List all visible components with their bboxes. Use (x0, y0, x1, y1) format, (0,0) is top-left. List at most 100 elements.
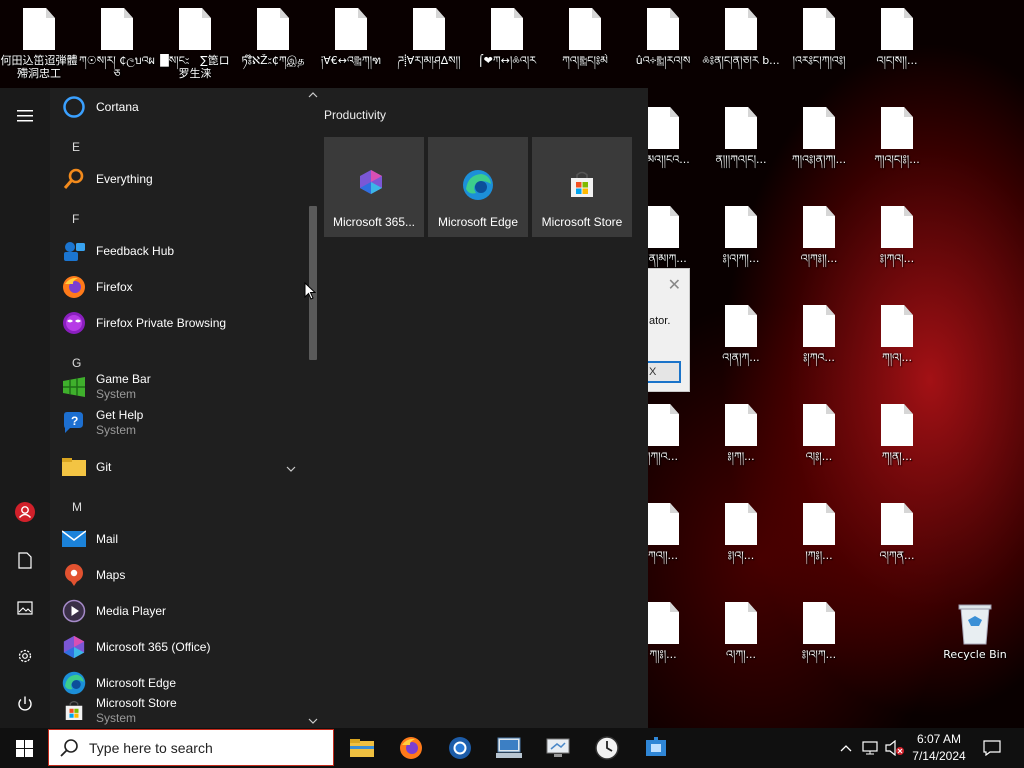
desktop-file-icon[interactable]: ཀ།འ༔།ན།ཀ།... (780, 107, 858, 197)
app-list-item-microsoft-store[interactable]: Microsoft Store System (62, 694, 302, 728)
start-button[interactable] (0, 728, 48, 768)
taskbar-app-5[interactable] (534, 728, 582, 768)
desktop-file-icon[interactable]: འ།ན།ཀ... (702, 305, 780, 395)
tile-edge[interactable]: Microsoft Edge (428, 137, 528, 237)
app-list-item-media-player[interactable]: Media Player (62, 594, 302, 628)
app-name: Maps (96, 567, 126, 582)
desktop-file-icon[interactable]: ༜༔ན།ང།ན།ཅ།ར b... (702, 8, 780, 98)
tray-volume[interactable] (884, 728, 906, 768)
settings-button[interactable] (0, 636, 50, 676)
desktop-file-icon[interactable]: ûའ༓༖།རའ།ས (624, 8, 702, 98)
computer-app-icon (496, 737, 522, 758)
pictures-button[interactable] (0, 588, 50, 628)
chevron-down-icon[interactable] (286, 460, 296, 478)
app-name: Microsoft Edge (96, 675, 177, 690)
desktop-file-icon[interactable]: ན།།།ཀའ།ང།... (702, 107, 780, 197)
app-list-item-game-bar[interactable]: Game Bar System (62, 370, 302, 404)
tile-store[interactable]: Microsoft Store (532, 137, 632, 237)
action-center-button[interactable] (976, 728, 1008, 768)
desktop-file-icon[interactable]: ༔།འ།... (702, 503, 780, 593)
clock-date: 7/14/2024 (912, 749, 966, 763)
taskbar-clock-app[interactable] (583, 728, 631, 768)
app-list: Cortana E Everything F Feedback Hub Firefox Fi… (50, 88, 306, 728)
app-list-item-microsoft-365-office[interactable]: Microsoft 365 (Office) (62, 630, 302, 664)
app-list-item-cortana[interactable]: Cortana (62, 90, 302, 124)
desktop-file-icon[interactable]: ཀ།འ།... (858, 305, 936, 395)
desktop-file-icon[interactable]: ཏ༔໊ℵŽ⹆₵ཀஇத (234, 8, 312, 98)
dialog-close-icon[interactable]: ✕ (668, 275, 681, 295)
taskbar-app-4[interactable] (485, 728, 533, 768)
notification-icon (983, 740, 1001, 756)
documents-button[interactable] (0, 540, 50, 580)
scroll-up-icon[interactable] (308, 90, 318, 100)
recycle-bin[interactable]: Recycle Bin (936, 602, 1014, 692)
document-file-icon (725, 404, 757, 446)
desktop-file-icon[interactable]: ༔།ཀའ... (780, 305, 858, 395)
app-list-item-maps[interactable]: Maps (62, 558, 302, 592)
desktop-file-label: འ།ན།ཀ... (722, 351, 760, 364)
app-name: Feedback Hub (96, 243, 175, 258)
desktop-file-icon[interactable]: འ།ཀ༔།།... (780, 206, 858, 296)
desktop-file-icon[interactable]: འ།ཀ།... (702, 602, 780, 692)
app-list-item-firefox-private-browsing[interactable]: Firefox Private Browsing (62, 306, 302, 340)
desktop-file-icon[interactable]: འ།༔།... (780, 404, 858, 494)
app-list-letter-m[interactable]: M (72, 500, 82, 514)
desktop-file-icon[interactable]: 何田込笜迢弾體殢洞忠工 (0, 8, 78, 98)
desktop-file-icon[interactable]: །འར༔ང།ཀ།འ༔། (780, 8, 858, 98)
network-app-icon (646, 737, 666, 756)
desktop-file-icon[interactable]: ཀའ།༖ང།༔མེ (546, 8, 624, 98)
app-list-item-mail[interactable]: Mail (62, 522, 302, 556)
power-button[interactable] (0, 684, 50, 724)
desktop-file-label: འ།ཀ།... (725, 648, 757, 661)
desktop-file-icon[interactable]: འ།ང།ས།།... (858, 8, 936, 98)
desktop-file-icon[interactable]: ༔།འ།ཀ... (780, 602, 858, 692)
desktop-file-label: ༔།ཀ།... (727, 450, 755, 463)
app-list-item-everything[interactable]: Everything (62, 162, 302, 196)
taskbar-file-explorer[interactable] (338, 728, 386, 768)
document-file-icon (647, 107, 679, 149)
taskbar-clock[interactable]: 6:07 AM 7/14/2024 (906, 731, 972, 765)
desktop-file-icon[interactable]: ༏∀€↔འ༖ཀ།ฑ (312, 8, 390, 98)
taskbar-app-7[interactable] (632, 728, 680, 768)
scroll-down-icon[interactable] (308, 716, 318, 726)
office-icon (358, 169, 390, 201)
app-list-item-firefox[interactable]: Firefox (62, 270, 302, 304)
desktop-file-label: །ཀ༔།... (805, 549, 833, 562)
tray-network[interactable] (860, 728, 882, 768)
desktop-file-icon[interactable]: །ཀ༔།... (780, 503, 858, 593)
tile-office[interactable]: Microsoft 365... (324, 137, 424, 237)
network-icon (862, 741, 878, 755)
app-subtitle: System (96, 423, 137, 437)
desktop-file-icon[interactable]: འ།ཀན... (858, 503, 936, 593)
app-list-scrollbar[interactable] (306, 88, 320, 728)
app-list-letter-e[interactable]: E (72, 140, 80, 154)
tray-overflow-button[interactable] (836, 728, 856, 768)
desktop-file-label: འ།༔།... (805, 450, 833, 463)
clock-app-icon (595, 736, 619, 760)
desktop-file-icon[interactable]: ༔།འ།ཀ།... (702, 206, 780, 296)
document-file-icon (647, 8, 679, 50)
taskbar-firefox[interactable] (387, 728, 435, 768)
app-name: Get Help (96, 408, 144, 422)
desktop-file-icon[interactable]: ཀ།ན།... (858, 404, 936, 494)
desktop-file-icon[interactable]: ༔།ཀ།... (702, 404, 780, 494)
hamburger-menu-button[interactable] (0, 96, 50, 136)
user-account-button[interactable] (0, 492, 50, 532)
app-list-item-feedback-hub[interactable]: Feedback Hub (62, 234, 302, 268)
desktop-file-icon[interactable]: █ས།ང⹆ ∑箆ロ罗生涞 (156, 8, 234, 98)
desktop-file-icon[interactable]: ⌠❤ཀ↔།༜འ།ར (468, 8, 546, 98)
desktop-file-icon[interactable]: ཀ☉ས།ར། ₵ලบའผཅ (78, 8, 156, 98)
taskbar-search-box[interactable]: Type here to search (48, 729, 334, 766)
app-list-item-get-help[interactable]: ? Get Help System (62, 406, 302, 440)
document-file-icon (881, 404, 913, 446)
app-list-item-git[interactable]: Git (62, 450, 302, 484)
app-list-letter-g[interactable]: G (72, 356, 81, 370)
document-file-icon (569, 8, 601, 50)
desktop-file-icon[interactable]: ༔།ཀའ།... (858, 206, 936, 296)
app-list-letter-f[interactable]: F (72, 212, 79, 226)
taskbar-chrome-like-app[interactable] (436, 728, 484, 768)
desktop-file-icon[interactable]: ཀ།འ།ང།༔།... (858, 107, 936, 197)
desktop-file-icon[interactable]: ཌ⸽∀ར།མ།ཤ∆ས།། (390, 8, 468, 98)
document-file-icon (881, 503, 913, 545)
media-player-icon (62, 599, 86, 623)
